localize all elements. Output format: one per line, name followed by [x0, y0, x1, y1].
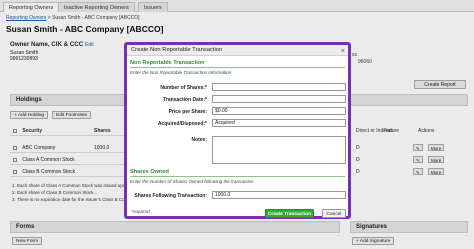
transaction-date-input[interactable] [212, 95, 346, 103]
dialog-title-bar: Create Non Reportable Transaction × [127, 45, 348, 56]
dialog-title: Create Non Reportable Transaction [131, 47, 223, 53]
price-per-share-input[interactable] [212, 107, 346, 115]
section-title-shares-owned: Shares Owned [130, 169, 169, 175]
transaction-date-label: Transaction Date:* [163, 97, 207, 103]
price-label: Price per Share: [168, 109, 207, 115]
acquired-disposed-select[interactable] [212, 119, 346, 127]
shares-label: Number of Shares:* [160, 85, 207, 91]
shares-following-transaction-input[interactable] [212, 191, 346, 199]
create-transaction-button[interactable]: Create Transaction [265, 209, 314, 218]
section-title-transaction: Non Reportable Transaction [130, 60, 205, 66]
notes-textarea[interactable] [212, 136, 346, 164]
create-non-reportable-transaction-dialog: Create Non Reportable Transaction × Non … [124, 42, 351, 219]
section-note-shares-owned: Enter the Number of Shares Owned followi… [130, 179, 254, 184]
acquired-disposed-label: Acquired/Disposed:* [157, 121, 207, 127]
cancel-button[interactable]: Cancel [322, 209, 346, 218]
shares-following-label: Shares Following Transaction: [134, 193, 207, 199]
notes-label: Notes: [191, 137, 207, 143]
required-note: *required [131, 209, 150, 214]
section-divider [130, 67, 345, 68]
close-icon[interactable]: × [341, 46, 345, 57]
number-of-shares-input[interactable] [212, 83, 346, 91]
section-divider [130, 176, 345, 177]
section-note-transaction: Enter the Non Reportable Transaction Inf… [130, 70, 232, 75]
